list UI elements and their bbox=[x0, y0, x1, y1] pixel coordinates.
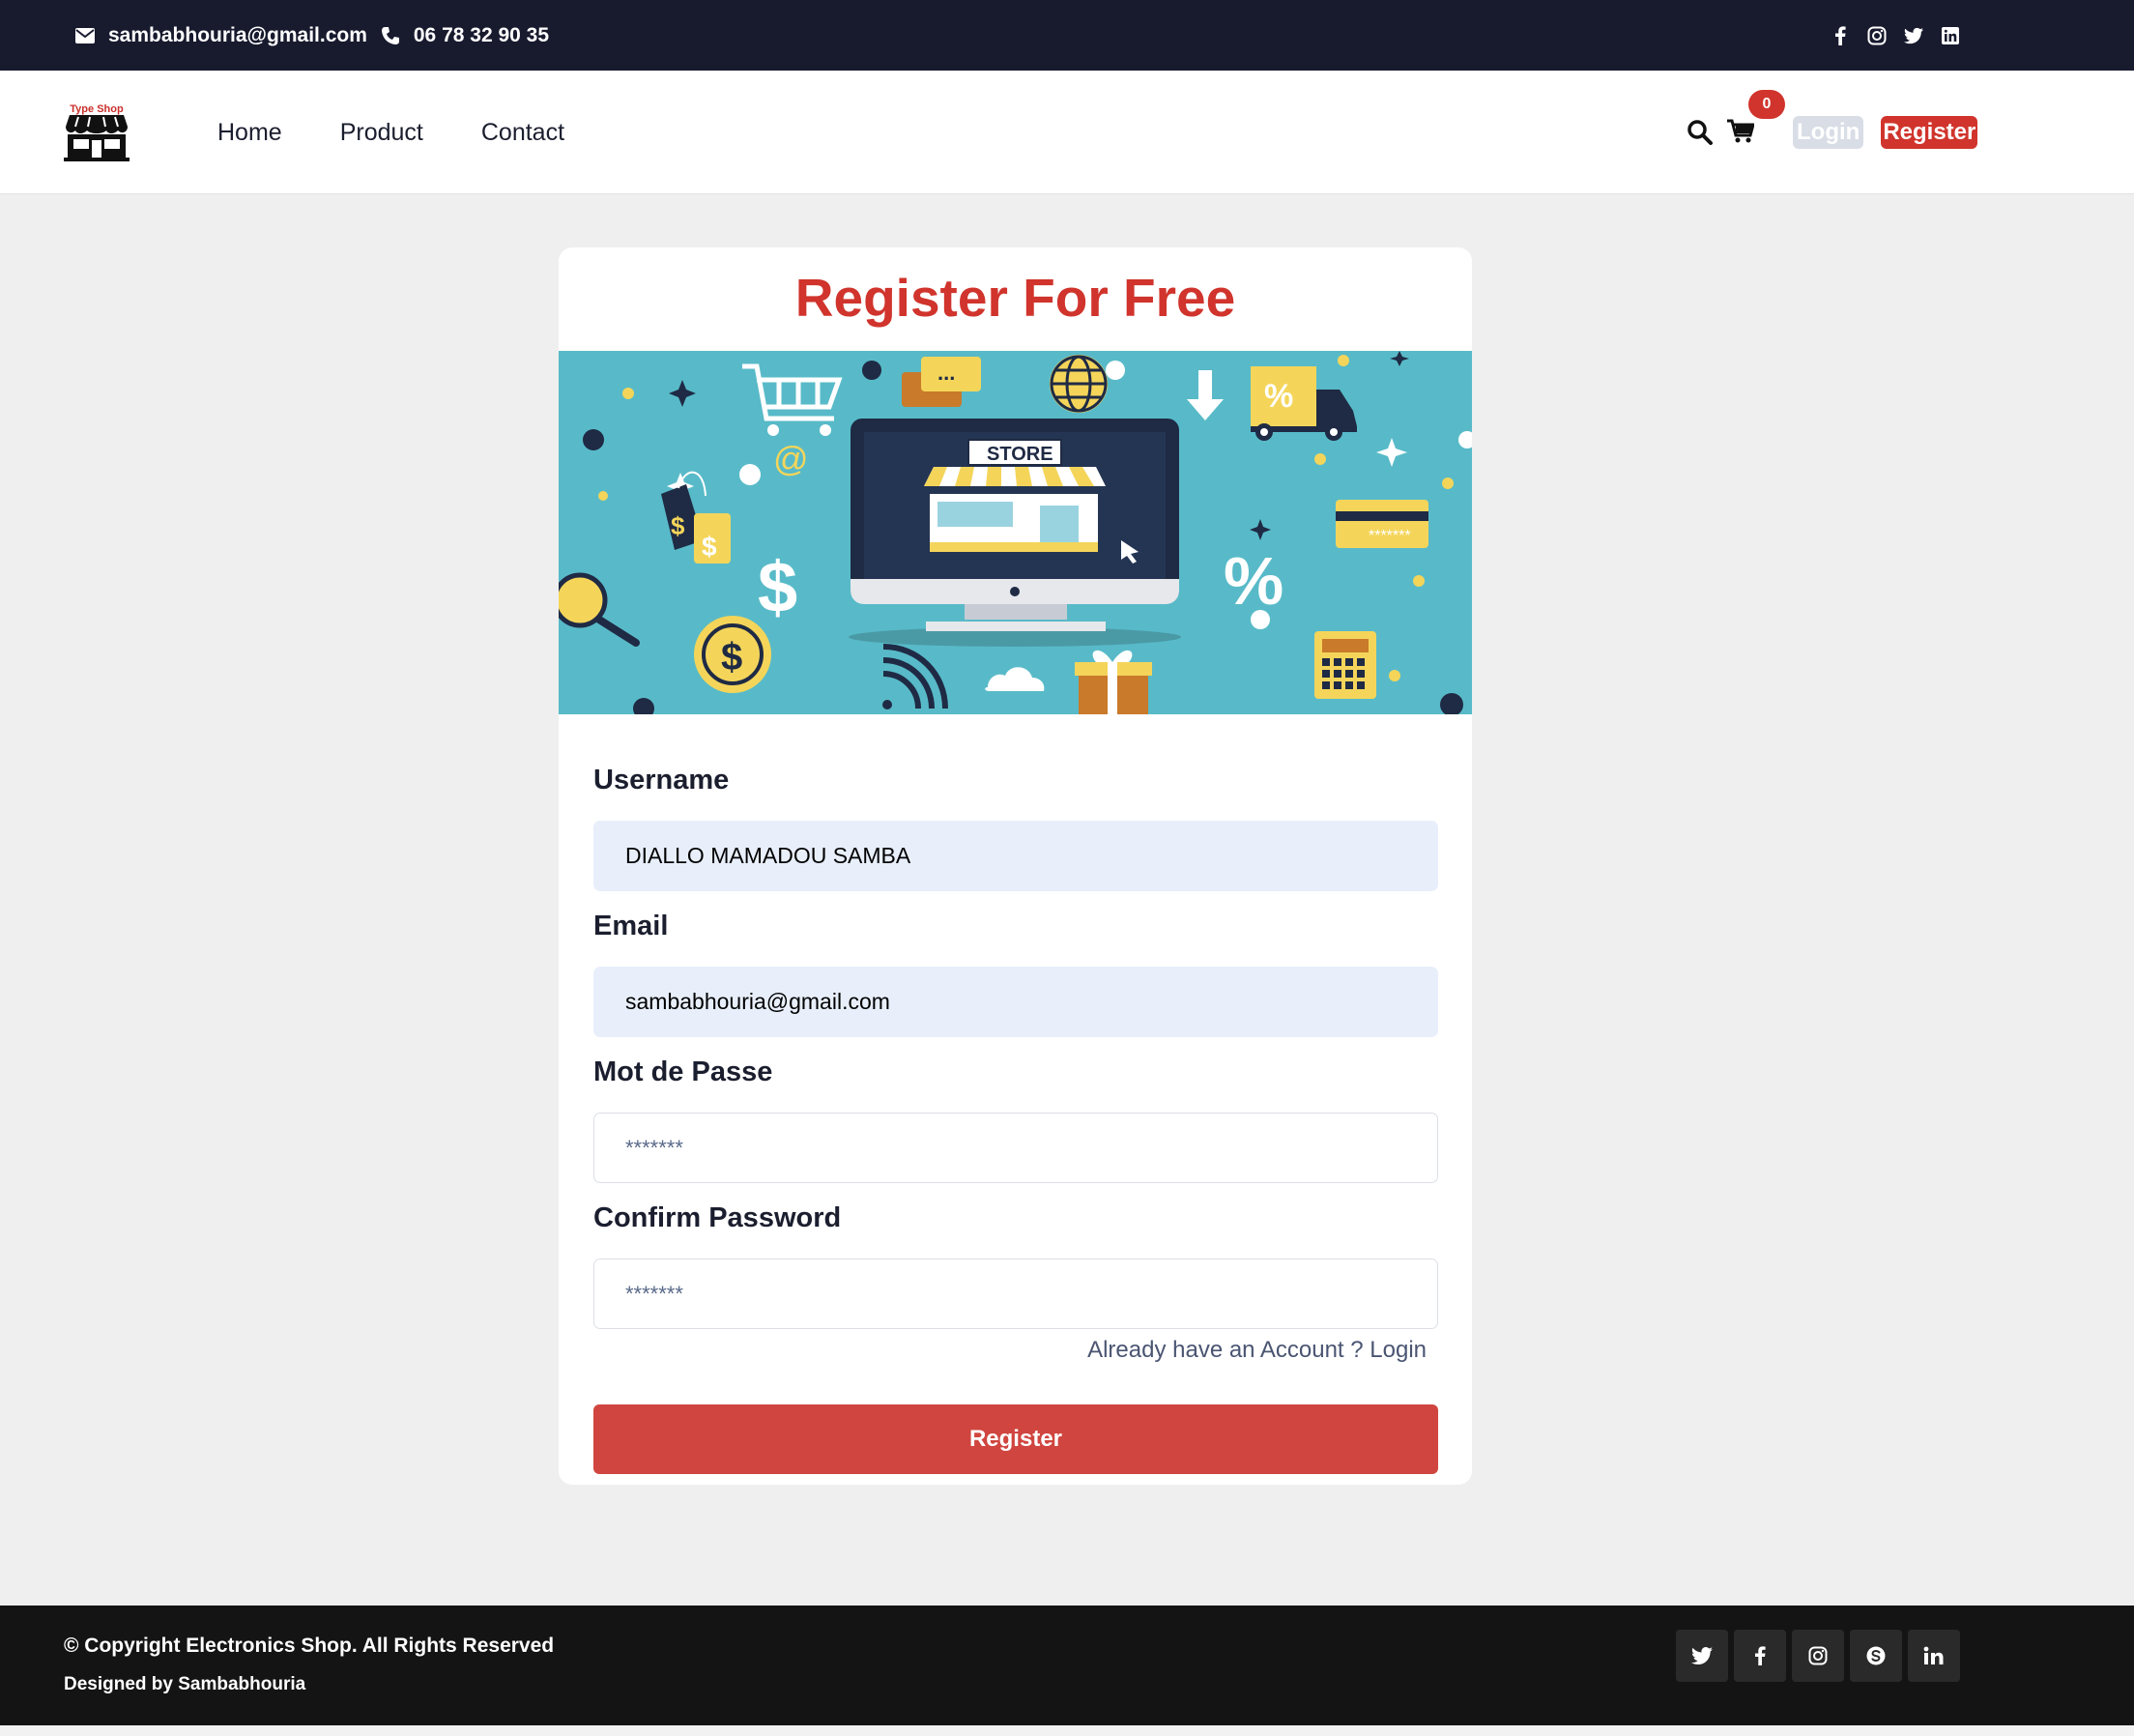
page-title: Register For Free bbox=[794, 268, 1236, 328]
register-nav-button[interactable]: Register bbox=[1881, 116, 1978, 149]
facebook-icon[interactable] bbox=[1734, 1630, 1786, 1682]
site-footer: © Copyright Electronics Shop. All Rights… bbox=[0, 1606, 2134, 1725]
cart-icon bbox=[1727, 119, 1755, 143]
linkedin-icon[interactable] bbox=[1941, 26, 1960, 45]
svg-text:%: % bbox=[1224, 543, 1283, 619]
register-form: Username Email Mot de Passe Confirm Pass… bbox=[593, 765, 1438, 1474]
designed-by-text: Designed by Sambabhouria bbox=[64, 1674, 306, 1694]
username-group: Username bbox=[593, 765, 1438, 891]
instagram-icon[interactable] bbox=[1792, 1630, 1844, 1682]
linkedin-icon[interactable] bbox=[1908, 1630, 1960, 1682]
already-have-account-link[interactable]: Already have an Account ? Login bbox=[1087, 1337, 1427, 1363]
site-logo[interactable]: Type Shop bbox=[64, 103, 130, 161]
skype-icon[interactable] bbox=[1850, 1630, 1902, 1682]
svg-text:...: ... bbox=[937, 361, 955, 385]
username-label: Username bbox=[593, 765, 730, 796]
confirm-password-input[interactable] bbox=[593, 1259, 1438, 1329]
email-group: Email bbox=[593, 911, 1438, 1037]
svg-text:$: $ bbox=[671, 511, 685, 540]
register-submit-button[interactable]: Register bbox=[593, 1404, 1438, 1474]
main-nav: Home Product Contact bbox=[217, 71, 564, 194]
bottom-strip bbox=[0, 1725, 2134, 1736]
twitter-icon[interactable] bbox=[1904, 26, 1923, 45]
login-link-row: Already have an Account ? Login bbox=[593, 1337, 1438, 1370]
svg-text:$: $ bbox=[721, 636, 742, 679]
contact-phone[interactable]: 06 78 32 90 35 bbox=[414, 24, 549, 47]
password-label: Mot de Passe bbox=[593, 1056, 773, 1087]
header-actions: 0 Login Register bbox=[1687, 71, 1978, 194]
store-banner-image: @ ... % $ $ $ $ STORE % ******* bbox=[559, 351, 1472, 714]
login-button[interactable]: Login bbox=[1793, 116, 1864, 149]
register-card: Register For Free @ ... % $ $ $ $ STORE … bbox=[559, 247, 1472, 1485]
percent-sign: % bbox=[1264, 378, 1293, 415]
nav-product[interactable]: Product bbox=[340, 119, 423, 147]
nav-contact[interactable]: Contact bbox=[481, 119, 564, 147]
confirm-password-group: Confirm Password bbox=[593, 1202, 1438, 1329]
confirm-password-label: Confirm Password bbox=[593, 1202, 842, 1233]
topbar-social bbox=[1831, 0, 1960, 71]
dollar-sign: $ bbox=[758, 547, 797, 627]
password-group: Mot de Passe bbox=[593, 1056, 1438, 1183]
site-header: Type Shop Home Product Contact 0 Login R… bbox=[0, 71, 2134, 194]
store-sign: STORE bbox=[987, 444, 1053, 465]
shop-icon bbox=[64, 115, 130, 161]
cart-count-badge: 0 bbox=[1748, 90, 1785, 119]
nav-home[interactable]: Home bbox=[217, 119, 282, 147]
twitter-icon[interactable] bbox=[1676, 1630, 1728, 1682]
svg-text:*******: ******* bbox=[1369, 528, 1411, 544]
ecommerce-illustration: @ ... % $ $ $ $ STORE % ******* bbox=[559, 351, 1472, 714]
password-input[interactable] bbox=[593, 1113, 1438, 1183]
search-icon[interactable] bbox=[1687, 119, 1714, 146]
copyright-text: © Copyright Electronics Shop. All Rights… bbox=[64, 1635, 555, 1657]
email-input[interactable] bbox=[593, 967, 1438, 1037]
email-label: Email bbox=[593, 911, 669, 941]
instagram-icon[interactable] bbox=[1867, 26, 1887, 45]
phone-icon bbox=[379, 24, 402, 47]
top-bar: sambabhouria@gmail.com 06 78 32 90 35 bbox=[0, 0, 2134, 71]
cart-button[interactable]: 0 bbox=[1727, 90, 1785, 146]
contact-email[interactable]: sambabhouria@gmail.com bbox=[108, 24, 367, 47]
svg-text:$: $ bbox=[702, 532, 717, 562]
at-symbol: @ bbox=[773, 439, 809, 478]
facebook-icon[interactable] bbox=[1831, 25, 1850, 45]
envelope-icon bbox=[73, 24, 97, 47]
username-input[interactable] bbox=[593, 821, 1438, 891]
footer-social bbox=[1676, 1630, 1960, 1682]
contact-info: sambabhouria@gmail.com 06 78 32 90 35 bbox=[73, 0, 549, 71]
